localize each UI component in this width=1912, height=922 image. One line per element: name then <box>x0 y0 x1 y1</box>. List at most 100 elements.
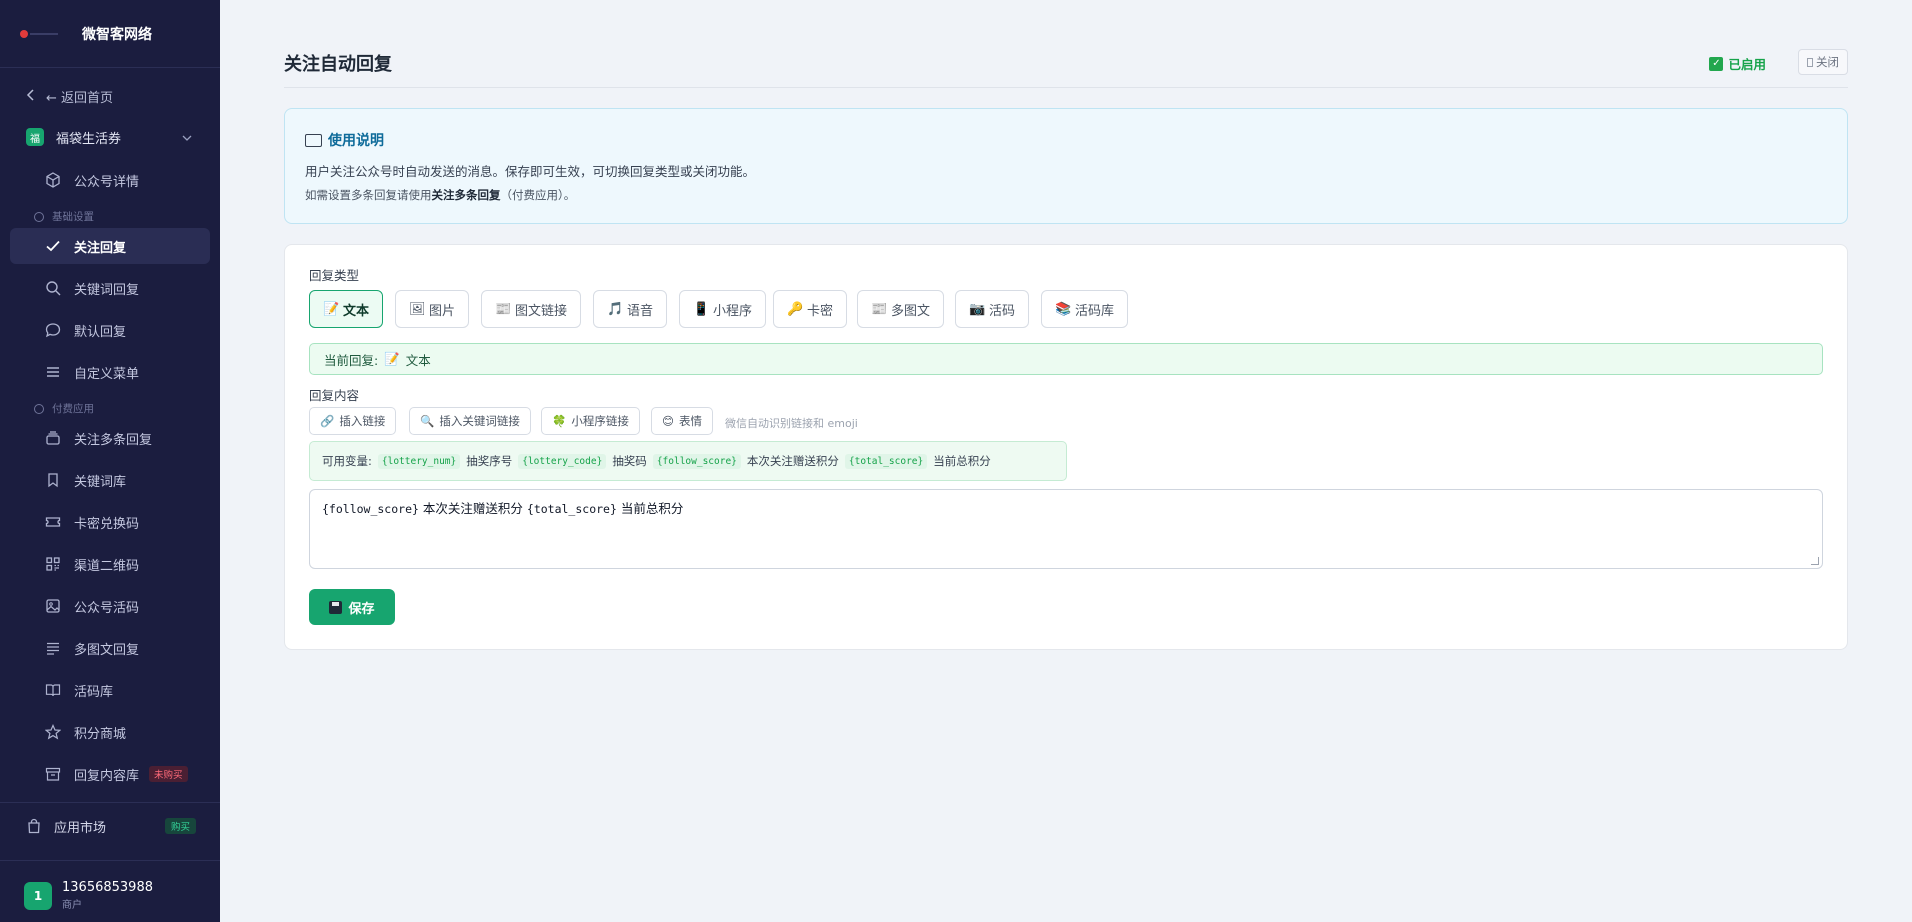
available-variables: 可用变量: {lottery_num} 抽奖序号 {lottery_code} … <box>309 441 1067 481</box>
section-paid-apps: 付费应用 <box>34 401 94 416</box>
sidebar: 微智客网络 ← 返回首页 福 福袋生活券 公众号详情 基础设置 关注回复 关键词… <box>0 0 220 922</box>
sidebar-item-keyword-library[interactable]: 关键词库 <box>10 462 210 498</box>
books-icon: 📚 <box>1055 301 1072 317</box>
type-label: 活码 <box>989 303 1016 319</box>
type-label: 小程序 <box>713 303 753 319</box>
square-icon <box>1807 57 1813 67</box>
sidebar-item-reply-library[interactable]: 回复内容库 未购买 <box>10 756 210 792</box>
save-label: 保存 <box>348 601 375 617</box>
ticket-icon <box>44 513 62 531</box>
sidebar-item-follow-reply[interactable]: 关注回复 <box>10 228 210 264</box>
back-home-link[interactable]: ← 返回首页 <box>26 87 113 106</box>
usage-hint-bold: 关注多条回复 <box>431 188 501 202</box>
reply-type-label: 回复类型 <box>309 268 360 283</box>
emoji-button[interactable]: 😊 表情 <box>651 407 713 435</box>
archive-icon <box>44 765 62 783</box>
usage-hint-prefix: 如需设置多条回复请使用 <box>305 188 432 202</box>
sidebar-item-custom-menu[interactable]: 自定义菜单 <box>10 354 210 390</box>
content-text: 本次关注赠送积分 <box>418 501 527 516</box>
content-text: 当前总积分 <box>616 501 684 516</box>
app-market-link[interactable]: 应用市场 购买 <box>26 813 196 839</box>
memo-icon: 📝 <box>323 301 340 317</box>
type-button-card-key[interactable]: 🔑 卡密 <box>773 290 848 328</box>
picture-icon: 🖼 <box>409 301 426 317</box>
type-label: 活码库 <box>1075 303 1115 319</box>
sidebar-item-default-reply[interactable]: 默认回复 <box>10 312 210 348</box>
variable-code[interactable]: {lottery_num} <box>377 453 461 469</box>
usage-hint-suffix: （付费应用）。 <box>500 188 576 202</box>
book-icon <box>305 133 322 147</box>
gear-icon <box>34 211 44 222</box>
reply-content-label: 回复内容 <box>309 388 360 403</box>
insert-keyword-link-button[interactable]: 🔍 插入关键词链接 <box>409 407 531 435</box>
sidebar-item-live-code[interactable]: 公众号活码 <box>10 588 210 624</box>
type-button-live-code[interactable]: 📷 活码 <box>955 290 1030 328</box>
usage-description: 用户关注公众号时自动发送的消息。保存即可生效，可切换回复类型或关闭功能。 <box>305 164 756 179</box>
sidebar-item-code-library[interactable]: 活码库 <box>10 672 210 708</box>
sidebar-item-card-code[interactable]: 卡密兑换码 <box>10 504 210 540</box>
variable-code[interactable]: {lottery_code} <box>518 453 607 469</box>
usage-hint: 如需设置多条回复请使用关注多条回复（付费应用）。 <box>305 187 575 203</box>
user-role: 商户 <box>62 900 82 911</box>
save-button[interactable]: 保存 <box>309 589 395 625</box>
magnifier-icon: 🔍 <box>420 414 435 428</box>
miniprogram-link-button[interactable]: 🍀 小程序链接 <box>541 407 640 435</box>
page-header: 关注自动回复 ✓ 已启用 关闭 <box>284 46 1848 88</box>
content-variable: {follow_score} <box>322 502 419 516</box>
link-icon: 🔗 <box>320 414 335 428</box>
shopping-bag-icon <box>26 818 42 834</box>
account-badge: 福 <box>26 128 44 146</box>
tool-label: 插入关键词链接 <box>439 414 520 428</box>
variable-desc: 当前总积分 <box>933 454 991 468</box>
type-button-voice[interactable]: 🎵 语音 <box>593 290 668 328</box>
sidebar-item-account-detail[interactable]: 公众号详情 <box>10 162 210 198</box>
account-switcher[interactable]: 福 福袋生活券 <box>26 124 192 150</box>
insert-link-button[interactable]: 🔗 插入链接 <box>309 407 397 435</box>
type-button-miniprogram[interactable]: 📱 小程序 <box>679 290 767 328</box>
sidebar-item-label: 积分商城 <box>74 726 127 742</box>
user-profile[interactable]: 1 13656853988 商户 <box>24 880 153 911</box>
close-button[interactable]: 关闭 <box>1798 49 1848 75</box>
brand[interactable]: 微智客网络 <box>0 0 220 68</box>
close-label: 关闭 <box>1816 55 1839 69</box>
sidebar-item-keyword-reply[interactable]: 关键词回复 <box>10 270 210 306</box>
type-label: 语音 <box>627 303 654 319</box>
sidebar-item-channel-qrcode[interactable]: 渠道二维码 <box>10 546 210 582</box>
not-purchased-badge: 未购买 <box>149 766 188 782</box>
sidebar-item-points-mall[interactable]: 积分商城 <box>10 714 210 750</box>
section-label: 付费应用 <box>52 403 94 415</box>
newspaper-icon: 📰 <box>871 301 888 317</box>
page-title: 关注自动回复 <box>284 54 392 75</box>
star-icon <box>44 723 62 741</box>
divider <box>0 802 220 803</box>
type-button-news-link[interactable]: 📰 图文链接 <box>481 290 582 328</box>
resize-handle[interactable] <box>1811 557 1819 565</box>
sidebar-item-multi-follow-reply[interactable]: 关注多条回复 <box>10 420 210 456</box>
sidebar-item-label: 关键词库 <box>74 474 127 490</box>
newspaper-icon: 📰 <box>495 301 512 317</box>
sidebar-item-label: 公众号详情 <box>74 174 140 190</box>
type-button-multi-news[interactable]: 📰 多图文 <box>857 290 945 328</box>
app-icon <box>34 403 44 414</box>
type-button-text[interactable]: 📝 文本 <box>309 290 384 328</box>
type-label: 图片 <box>429 303 456 319</box>
smile-icon: 😊 <box>662 414 674 428</box>
reply-content-textarea[interactable]: {follow_score} 本次关注赠送积分 {total_score} 当前… <box>309 489 1823 569</box>
type-label: 多图文 <box>891 303 931 319</box>
list-icon <box>44 639 62 657</box>
type-button-image[interactable]: 🖼 图片 <box>395 290 470 328</box>
floppy-disk-icon <box>329 600 343 614</box>
search-icon <box>44 279 62 297</box>
logo-icon <box>20 28 60 40</box>
memo-icon: 📝 <box>384 351 400 366</box>
type-label: 卡密 <box>807 303 834 319</box>
sidebar-item-multi-news-reply[interactable]: 多图文回复 <box>10 630 210 666</box>
type-button-code-library[interactable]: 📚 活码库 <box>1041 290 1129 328</box>
clover-icon: 🍀 <box>552 414 567 428</box>
account-name: 福袋生活券 <box>56 131 122 147</box>
variable-code[interactable]: {follow_score} <box>652 453 741 469</box>
sidebar-item-label: 关键词回复 <box>74 282 140 298</box>
content-variable: {total_score} <box>526 502 617 516</box>
variable-code[interactable]: {total_score} <box>844 453 928 469</box>
tool-label: 表情 <box>679 414 702 428</box>
